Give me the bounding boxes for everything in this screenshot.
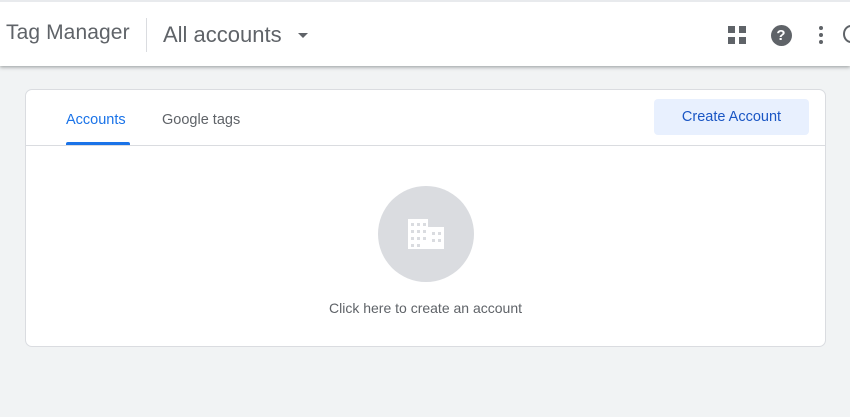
more-options-button[interactable] bbox=[808, 22, 834, 48]
account-avatar-icon[interactable] bbox=[843, 25, 850, 43]
tab-accounts[interactable]: Accounts bbox=[66, 112, 126, 128]
account-selector-label: All accounts bbox=[163, 22, 282, 47]
accounts-card: Accounts Google tags Create Account Clic… bbox=[25, 89, 826, 347]
apps-button[interactable] bbox=[724, 22, 750, 48]
building-icon bbox=[408, 219, 444, 249]
help-button[interactable]: ? bbox=[768, 22, 794, 48]
tab-google-tags[interactable]: Google tags bbox=[162, 112, 240, 128]
create-account-circle[interactable] bbox=[378, 186, 474, 282]
tabs-divider bbox=[26, 145, 825, 146]
account-selector[interactable]: All accounts bbox=[163, 19, 308, 51]
create-account-link[interactable]: Click here to create an account bbox=[26, 300, 825, 316]
header-divider bbox=[146, 18, 147, 52]
create-account-button[interactable]: Create Account bbox=[654, 99, 809, 135]
apps-icon bbox=[728, 26, 746, 44]
top-app-bar: Tag Manager All accounts ? bbox=[0, 0, 850, 66]
dropdown-caret-icon bbox=[297, 32, 308, 38]
help-icon: ? bbox=[770, 24, 792, 46]
app-title: Tag Manager bbox=[6, 21, 130, 44]
more-vert-icon bbox=[819, 26, 823, 44]
